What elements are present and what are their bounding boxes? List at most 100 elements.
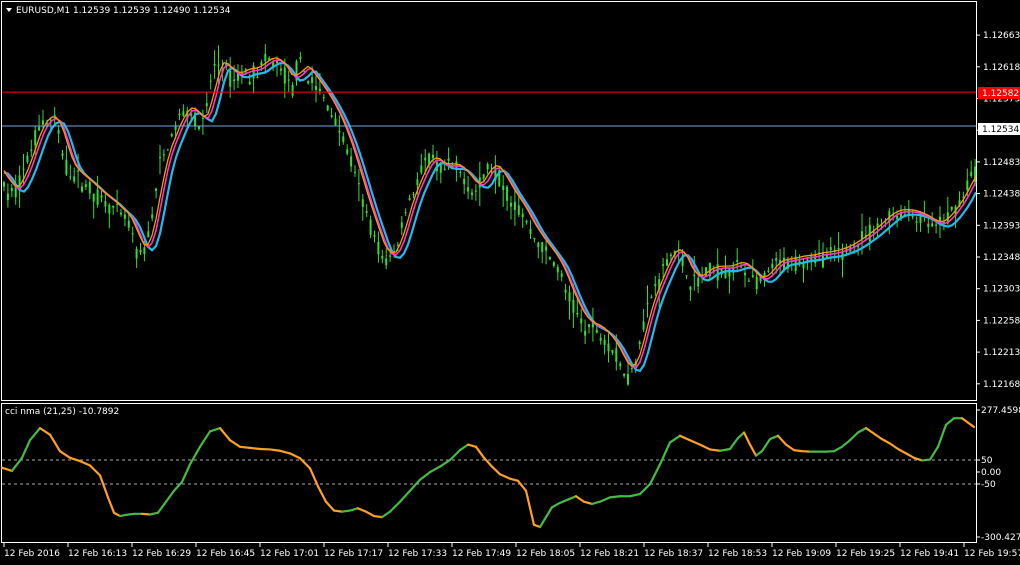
time-tick-label: 12 Feb 17:17: [324, 549, 383, 559]
candle-body: [627, 374, 629, 385]
time-tick-label: 12 Feb 16:13: [68, 549, 127, 559]
candle-body: [966, 180, 969, 191]
chart-window[interactable]: EURUSD,M1 1.12539 1.12539 1.12490 1.1253…: [0, 0, 1020, 565]
indicator-top-label: 277.4598: [981, 406, 1020, 416]
candle-body: [381, 255, 384, 259]
candle-body: [108, 204, 111, 214]
time-tick-label: 12 Feb 19:57: [964, 549, 1020, 559]
price-tick-label: 1.12258: [983, 316, 1020, 326]
candle-body: [205, 103, 208, 107]
cci-segment: [268, 448, 282, 452]
candle-body: [182, 111, 185, 116]
price-tick-label: 1.12483: [983, 158, 1020, 168]
indicator-level-50: 50: [981, 456, 993, 466]
candle-body: [467, 187, 470, 192]
candle-body: [970, 171, 973, 176]
candle-body: [162, 154, 165, 156]
candle-body: [30, 149, 33, 152]
candle-body: [73, 176, 76, 182]
candle-body: [697, 277, 700, 287]
candle-body: [751, 275, 754, 277]
candle-body: [104, 201, 107, 207]
candle-body: [771, 263, 774, 269]
candle-body: [572, 299, 575, 313]
price-tick-label: 1.12438: [983, 190, 1020, 200]
candle-body: [775, 258, 778, 261]
candle-body: [159, 157, 161, 159]
candle-body: [42, 120, 44, 125]
candle-body: [81, 186, 83, 192]
candle-body: [420, 165, 423, 173]
candle-body: [373, 234, 376, 237]
cci-segment: [920, 458, 932, 462]
candle-body: [389, 255, 392, 257]
candle-body: [607, 343, 610, 352]
candle-body: [299, 57, 302, 59]
candle-body: [365, 211, 368, 213]
candle-body: [510, 202, 512, 207]
candle-body: [84, 184, 87, 187]
candle-body: [287, 79, 290, 81]
candle-body: [685, 275, 688, 277]
candle-body: [38, 126, 41, 131]
candle-body: [911, 216, 914, 218]
cci-segment: [332, 509, 344, 513]
candle-body: [486, 163, 489, 170]
candle-body: [814, 254, 817, 264]
candle-body: [385, 258, 388, 266]
candle-body: [377, 241, 380, 255]
candle-body: [552, 262, 555, 266]
indicator-bottom-label: -300.4278: [981, 533, 1020, 543]
candle-body: [283, 67, 286, 84]
price-tick-label: 1.12168: [983, 380, 1020, 390]
time-tick-label: 12 Feb 17:49: [452, 549, 511, 559]
candle-body: [22, 168, 25, 170]
time-tick-label: 12 Feb 18:21: [580, 549, 639, 559]
candle-body: [131, 233, 134, 235]
time-tick-label: 12 Feb 19:41: [900, 549, 959, 559]
time-tick-label: 12 Feb 18:53: [708, 549, 767, 559]
candle-body: [6, 193, 9, 201]
cci-segment: [124, 512, 136, 517]
candle-body: [412, 194, 415, 196]
symbol-header: EURUSD,M1 1.12539 1.12539 1.12490 1.1253…: [16, 6, 231, 16]
time-tick-label: 12 Feb 2016: [4, 549, 60, 559]
candle-body: [396, 244, 399, 246]
candle-body: [595, 329, 598, 333]
price-tick-label: 1.12663: [983, 31, 1020, 41]
candle-body: [669, 254, 672, 257]
candle-body: [26, 155, 29, 163]
cci-segment: [608, 495, 622, 499]
candle-body: [935, 224, 938, 226]
indicator-level-minus-50: -50: [981, 480, 996, 490]
candle-body: [120, 212, 122, 215]
candle-body: [556, 267, 559, 273]
candle-body: [619, 363, 622, 367]
candle-body: [471, 192, 473, 196]
candle-body: [112, 205, 115, 208]
price-tick-label: 1.12348: [983, 253, 1020, 263]
cci-segment: [340, 509, 352, 513]
candle-body: [77, 170, 80, 172]
candle-body: [318, 88, 321, 92]
candle-body: [88, 181, 91, 194]
candle-body: [576, 312, 579, 315]
candle-body: [354, 171, 356, 173]
candle-body: [474, 190, 477, 192]
candle-body: [229, 70, 232, 87]
candle-body: [69, 176, 72, 178]
candle-body: [10, 187, 13, 192]
candle-body: [630, 367, 633, 369]
candle-body: [767, 270, 770, 272]
candle-body: [755, 276, 758, 289]
price-tick-label: 1.12213: [983, 348, 1020, 358]
candle-body: [443, 168, 446, 170]
candle-body: [837, 248, 840, 250]
candle-body: [139, 249, 142, 253]
time-tick-label: 12 Feb 16:29: [132, 549, 191, 559]
candle-body: [264, 53, 267, 62]
candle-body: [291, 84, 294, 96]
cci-segment: [140, 512, 152, 516]
candle-body: [256, 77, 259, 79]
time-tick-label: 12 Feb 17:01: [260, 549, 319, 559]
